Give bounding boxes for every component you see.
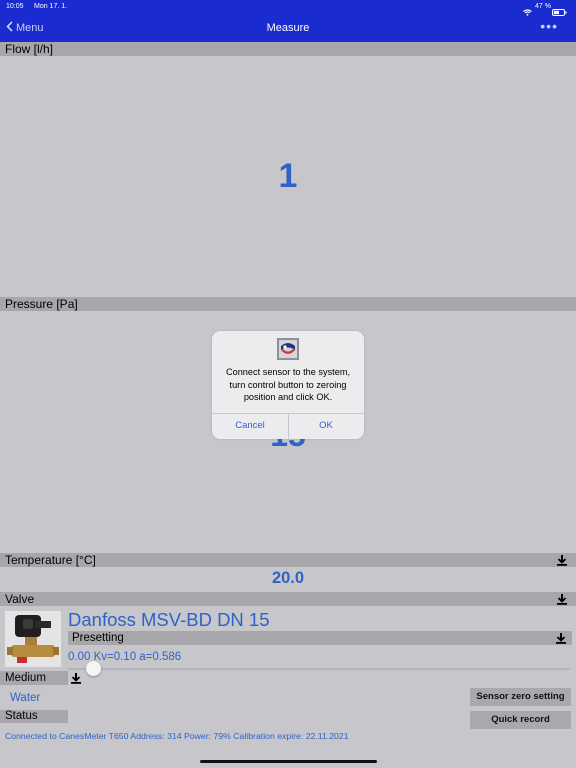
valve-name: Danfoss MSV-BD DN 15 xyxy=(68,609,270,630)
ok-button[interactable]: OK xyxy=(288,420,364,431)
home-indicator[interactable] xyxy=(200,760,377,763)
presetting-header: Presetting xyxy=(68,631,572,645)
app-logo-icon xyxy=(277,338,299,360)
valve-header: Valve xyxy=(0,592,576,606)
pressure-header: Pressure [Pa] xyxy=(0,297,576,311)
sensor-zero-setting-button[interactable]: Sensor zero setting xyxy=(470,688,571,706)
temperature-header: Temperature [°C] xyxy=(0,553,576,567)
temperature-download-icon[interactable] xyxy=(556,554,568,566)
presetting-label: Presetting xyxy=(72,632,124,644)
temperature-label: Temperature [°C] xyxy=(5,553,96,567)
valve-label: Valve xyxy=(5,592,35,606)
medium-value: Water xyxy=(10,692,41,704)
valve-download-icon[interactable] xyxy=(556,593,568,605)
valve-image xyxy=(5,611,61,667)
presetting-download-icon[interactable] xyxy=(555,632,567,644)
status-date: Mon 17. 1. xyxy=(34,3,68,10)
status-time: 10:05 xyxy=(6,3,24,10)
presetting-slider-track[interactable] xyxy=(68,668,570,670)
presetting-slider-knob[interactable] xyxy=(86,661,101,676)
flow-value: 1 xyxy=(278,157,298,195)
medium-header: Medium xyxy=(0,671,68,685)
cancel-button[interactable]: Cancel xyxy=(212,420,288,431)
wifi-icon xyxy=(523,3,532,21)
pressure-label: Pressure [Pa] xyxy=(5,297,78,311)
zeroing-dialog: Connect sensor to the system, turn contr… xyxy=(212,331,364,439)
kv-values: 0.00 Kv=0.10 a=0.586 xyxy=(68,651,182,663)
battery-percent: 47 % xyxy=(535,3,551,10)
dialog-message: Connect sensor to the system, turn contr… xyxy=(225,367,351,402)
connection-status: Connected to CanesMeter T650 Address: 31… xyxy=(5,731,349,741)
navigation-bar: 10:05 Mon 17. 1. 47 % Menu Measure ••• xyxy=(0,0,576,42)
status-label: Status xyxy=(5,710,38,722)
status-header: Status xyxy=(0,710,68,723)
quick-record-button[interactable]: Quick record xyxy=(470,711,571,729)
flow-label: Flow [l/h] xyxy=(5,42,54,56)
more-options-icon[interactable]: ••• xyxy=(540,18,558,34)
medium-label: Medium xyxy=(5,672,46,684)
medium-download-icon[interactable] xyxy=(70,671,83,684)
temperature-value: 20.0 xyxy=(271,569,305,587)
page-title: Measure xyxy=(266,22,310,34)
flow-header: Flow [l/h] xyxy=(0,42,576,56)
